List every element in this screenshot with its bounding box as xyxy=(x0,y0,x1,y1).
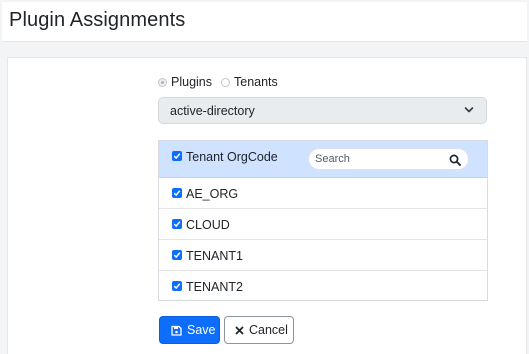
radio-plugins-indicator[interactable] xyxy=(158,77,167,87)
row-label: CLOUD xyxy=(186,218,230,232)
row-checkbox[interactable] xyxy=(172,219,182,229)
save-button-label: Save xyxy=(187,323,216,337)
page-title: Plugin Assignments xyxy=(9,9,186,31)
plugin-select[interactable]: active-directory xyxy=(158,97,487,124)
row-checkbox[interactable] xyxy=(172,250,182,260)
row-checkbox[interactable] xyxy=(172,281,182,291)
radio-plugins-label: Plugins xyxy=(171,75,212,89)
search-icon[interactable] xyxy=(449,154,461,166)
radio-tenants-indicator[interactable] xyxy=(221,77,230,87)
chevron-down-icon xyxy=(464,107,474,113)
save-button[interactable]: Save xyxy=(159,316,220,344)
table-row[interactable]: TENANT1 xyxy=(159,240,487,271)
table-row[interactable]: AE_ORG xyxy=(159,178,487,209)
cancel-button[interactable]: Cancel xyxy=(224,316,294,344)
mode-radio-group: Plugins Tenants xyxy=(158,74,287,90)
table-header-row: Tenant OrgCode xyxy=(159,141,487,178)
page-header: Plugin Assignments xyxy=(2,2,527,42)
row-checkbox[interactable] xyxy=(172,188,182,198)
table-row[interactable]: TENANT2 xyxy=(159,271,487,302)
search-input[interactable] xyxy=(315,152,445,166)
radio-plugins[interactable]: Plugins xyxy=(158,75,212,89)
row-label: TENANT1 xyxy=(186,249,243,263)
radio-tenants[interactable]: Tenants xyxy=(221,75,278,89)
search-box xyxy=(308,148,469,170)
cancel-button-label: Cancel xyxy=(249,323,288,337)
row-label: TENANT2 xyxy=(186,280,243,294)
table-row[interactable]: CLOUD xyxy=(159,209,487,240)
select-all-checkbox[interactable] xyxy=(172,151,182,161)
radio-tenants-label: Tenants xyxy=(234,75,278,89)
tenant-table: Tenant OrgCode AE_ORG CLOUD TENANT1 TENA… xyxy=(158,140,488,301)
save-icon xyxy=(171,325,182,336)
plugin-select-value: active-directory xyxy=(170,103,255,118)
row-label: AE_ORG xyxy=(186,187,239,201)
close-icon xyxy=(235,326,244,335)
column-header-tenant-orgcode: Tenant OrgCode xyxy=(186,150,278,164)
